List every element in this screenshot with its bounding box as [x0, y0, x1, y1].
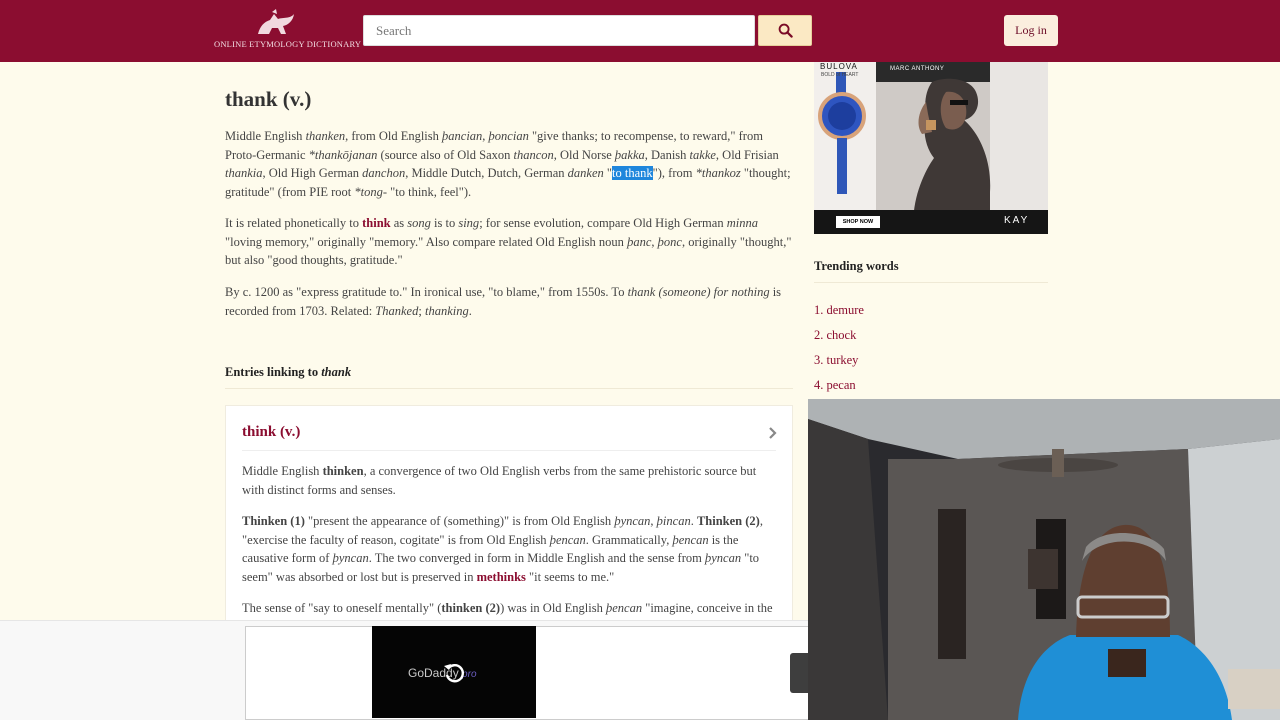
trending-divider	[814, 282, 1048, 283]
italic-term: sing	[458, 216, 480, 230]
login-button[interactable]: Log in	[1004, 15, 1058, 46]
sidebar-ad[interactable]: BULOVA BOLD of HEART MARC ANTHONY SHOP N…	[814, 62, 1048, 234]
italic-term: þonc	[657, 234, 682, 249]
italic-term: þyncan	[704, 551, 742, 566]
logo-crest-icon	[258, 9, 294, 34]
trending-item[interactable]: 4. pecan	[814, 378, 856, 393]
selected-text: to thank	[612, 166, 653, 181]
trending-heading: Trending words	[814, 259, 899, 273]
italic-term: danchon	[362, 166, 406, 181]
italic-term: thankia	[225, 166, 263, 181]
italic-term: thanking	[424, 303, 469, 318]
cross-reference-link[interactable]: think	[362, 216, 391, 230]
chevron-right-icon[interactable]	[768, 426, 778, 440]
trending-item[interactable]: 3. turkey	[814, 353, 858, 368]
scroll-handle[interactable]	[790, 653, 808, 693]
cross-reference-link[interactable]: methinks	[477, 570, 526, 584]
italic-term: þencan	[549, 532, 586, 547]
logo-text: ONLINE ETYMOLOGY DICTIONARY	[214, 39, 362, 49]
italic-term: þakka	[614, 147, 645, 162]
entry-title: thank (v.)	[225, 87, 312, 111]
divider	[225, 388, 793, 389]
ad-image	[814, 62, 1048, 234]
search-input[interactable]: Search	[363, 15, 755, 46]
italic-term: thanken	[305, 129, 346, 143]
trending-item[interactable]: 2. chock	[814, 328, 856, 343]
bold-term: thinken	[322, 464, 364, 478]
italic-term: þencan	[606, 601, 643, 615]
ad-shop-now-button[interactable]: SHOP NOW	[836, 216, 880, 228]
ad-celebrity-name: MARC ANTHONY	[890, 66, 945, 72]
card-divider	[242, 450, 776, 451]
webcam-overlay	[808, 399, 1280, 720]
ad-store-logo: KAY	[1004, 215, 1030, 226]
italic-term: thancon	[513, 147, 554, 162]
italic-term: þoncian	[488, 129, 529, 143]
italic-term: song	[407, 216, 431, 230]
video-ad[interactable]: GoDaddy pro	[372, 626, 536, 718]
italic-term: þincan	[656, 514, 691, 528]
italic-term: minna	[726, 216, 758, 230]
italic-term: þyncan	[614, 514, 651, 528]
italic-term: þyncan	[332, 551, 369, 566]
entry-paragraph-2: It is related phonetically to think as s…	[225, 216, 792, 268]
italic-term: þencan	[672, 532, 709, 547]
italic-term: *tong-	[354, 185, 388, 200]
italic-term: danken	[567, 166, 604, 181]
bold-term: thinken (2)	[441, 601, 501, 615]
italic-term: þancian	[442, 129, 483, 143]
linked-entry-card[interactable]: think (v.) Middle English thinken, a con…	[225, 405, 793, 622]
entry-paragraph-1: Middle English thanken, from Old English…	[225, 129, 791, 200]
card-paragraph-2: Thinken (1) "present the appearance of (…	[242, 514, 763, 585]
italic-term: thank (someone) for nothing	[627, 285, 770, 299]
italic-term: þanc	[627, 234, 652, 249]
replay-icon[interactable]	[442, 660, 466, 684]
ad-tagline: BOLD of HEART	[821, 72, 859, 78]
site-header: ONLINE ETYMOLOGY DICTIONARY Search Log i…	[0, 0, 1280, 62]
italic-term: takke	[689, 147, 716, 162]
card-paragraph-1: Middle English thinken, a convergence of…	[242, 464, 757, 497]
ad-brand: BULOVA	[820, 62, 858, 71]
search-button[interactable]	[758, 15, 812, 46]
linking-heading: Entries linking to thank	[225, 365, 352, 379]
linked-entry-title[interactable]: think (v.)	[242, 424, 300, 441]
italic-term: *thankoz	[695, 166, 741, 181]
italic-term: Thanked	[375, 303, 419, 318]
italic-term: *thankōjanan	[308, 147, 378, 162]
card-paragraph-3: The sense of "say to oneself mentally" (…	[242, 601, 773, 615]
bold-term: Thinken (1)	[242, 514, 305, 528]
entry-paragraph-3: By c. 1200 as "express gratitude to." In…	[225, 285, 782, 318]
trending-item[interactable]: 1. demure	[814, 303, 864, 318]
site-logo[interactable]: ONLINE ETYMOLOGY DICTIONARY	[214, 8, 362, 54]
bold-term: Thinken (2)	[696, 514, 760, 528]
webcam-video	[808, 399, 1280, 720]
entry-main: thank (v.) Middle English thanken, from …	[225, 62, 793, 622]
search-icon	[778, 23, 793, 38]
